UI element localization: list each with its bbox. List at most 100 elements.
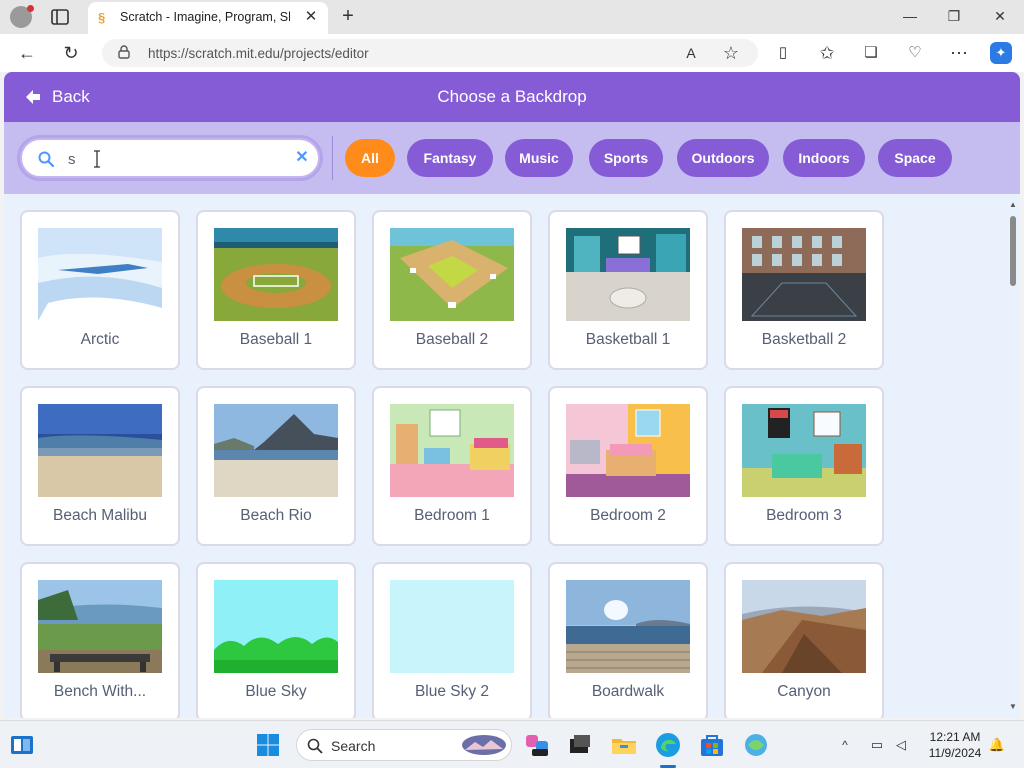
split-screen-icon[interactable]: ▯: [772, 42, 794, 64]
filter-chip-indoors[interactable]: Indoors: [783, 139, 865, 177]
backdrop-name: Bedroom 3: [766, 507, 842, 524]
taskbar-search[interactable]: Search: [296, 729, 512, 761]
backdrop-card-bedroom2[interactable]: Bedroom 2: [548, 386, 708, 546]
backdrop-thumbnail: [742, 404, 866, 497]
backdrop-name: Arctic: [80, 331, 120, 348]
widgets-icon[interactable]: [10, 733, 34, 757]
modal-title: Choose a Backdrop: [437, 87, 587, 106]
backdrop-thumbnail: [38, 580, 162, 673]
file-explorer-icon[interactable]: [610, 731, 638, 759]
window-close-icon[interactable]: ✕: [990, 6, 1010, 26]
backdrop-thumbnail: [742, 580, 866, 673]
backdrop-name: Basketball 2: [761, 331, 847, 348]
backdrop-card-blue-sky-2[interactable]: Blue Sky 2: [372, 562, 532, 718]
backdrop-card-baseball2[interactable]: Baseball 2: [372, 210, 532, 370]
filter-chip-sports[interactable]: Sports: [589, 139, 663, 177]
read-aloud-icon[interactable]: A: [680, 42, 702, 64]
browser-tab-strip: § Scratch - Imagine, Program, Share ✕ + …: [0, 0, 1024, 34]
clock-time: 12:21 AM: [929, 730, 981, 744]
copilot-app-icon[interactable]: [524, 731, 552, 759]
backdrop-name: Blue Sky: [245, 683, 307, 700]
backdrop-card-beach-rio[interactable]: Beach Rio: [196, 386, 356, 546]
modal-header: Back Choose a Backdrop: [4, 72, 1020, 122]
filter-chip-music[interactable]: Music: [505, 139, 573, 177]
favorite-star-icon[interactable]: ☆: [720, 42, 742, 64]
scroll-down-icon[interactable]: ▼: [1008, 702, 1018, 712]
taskbar-search-label: Search: [331, 738, 376, 754]
browser-essentials-icon[interactable]: ♡: [904, 42, 926, 64]
backdrop-name: Bedroom 1: [414, 507, 490, 524]
search-box[interactable]: ✕: [20, 138, 320, 178]
task-view-icon[interactable]: [566, 731, 594, 759]
network-icon[interactable]: ▭: [868, 736, 886, 754]
address-bar[interactable]: https://scratch.mit.edu/projects/editor: [102, 39, 758, 67]
backdrop-card-arctic[interactable]: Arctic: [20, 210, 180, 370]
filter-chip-space[interactable]: Space: [878, 139, 952, 177]
scroll-up-icon[interactable]: ▲: [1008, 200, 1018, 210]
filter-chip-all[interactable]: All: [345, 139, 395, 177]
backdrop-card-bedroom1[interactable]: Bedroom 1: [372, 386, 532, 546]
filter-chip-fantasy[interactable]: Fantasy: [407, 139, 493, 177]
backdrop-thumbnail: [214, 404, 338, 497]
filter-divider: [332, 136, 333, 180]
tab-close-icon[interactable]: ✕: [302, 8, 320, 26]
backdrop-name: Basketball 1: [585, 331, 671, 348]
backdrop-thumbnail: [390, 228, 514, 321]
backdrop-card-basketball2[interactable]: Basketball 2: [724, 210, 884, 370]
clock[interactable]: 12:21 AM 11/9/2024: [918, 729, 992, 761]
backdrop-thumbnail: [742, 228, 866, 321]
backdrop-card-beach-malibu[interactable]: Beach Malibu: [20, 386, 180, 546]
collections-icon[interactable]: ❏: [860, 42, 882, 64]
scratch-app-icon[interactable]: [742, 731, 770, 759]
notifications-icon[interactable]: 🔔: [988, 736, 1006, 754]
minimize-icon[interactable]: —: [900, 6, 920, 26]
scrollbar[interactable]: ▲ ▼: [1006, 200, 1020, 714]
show-hidden-icons-icon[interactable]: ^: [836, 736, 854, 754]
start-windows-icon[interactable]: [256, 733, 280, 757]
backdrop-name: Bedroom 2: [590, 507, 666, 524]
backdrop-library-modal: Back Choose a Backdrop ✕ All Fantasy Music…: [4, 72, 1020, 718]
lock-icon: [118, 45, 130, 59]
backdrop-name: Beach Malibu: [53, 507, 147, 524]
backdrop-grid: Arctic Baseball 1 Baseball 2 Basketball 1 Ba…: [4, 194, 1004, 718]
clock-date: 11/9/2024: [928, 746, 982, 760]
browser-toolbar: ← ↻ https://scratch.mit.edu/projects/edi…: [0, 34, 1024, 72]
more-options-icon[interactable]: ⋯: [948, 42, 970, 64]
backdrop-name: Baseball 2: [415, 331, 489, 348]
backdrop-card-baseball1[interactable]: Baseball 1: [196, 210, 356, 370]
restore-icon[interactable]: ❐: [944, 6, 964, 26]
filter-bar: ✕ All Fantasy Music Sports Outdoors Indoors Sp…: [4, 122, 1020, 194]
backdrop-card-bedroom3[interactable]: Bedroom 3: [724, 386, 884, 546]
store-icon[interactable]: [698, 731, 726, 759]
backdrop-card-bench[interactable]: Bench With...: [20, 562, 180, 718]
backdrop-card-basketball1[interactable]: Basketball 1: [548, 210, 708, 370]
favorites-icon[interactable]: ✩: [816, 42, 838, 64]
edge-browser-icon[interactable]: [654, 731, 682, 759]
backdrop-card-boardwalk[interactable]: Boardwalk: [548, 562, 708, 718]
backdrop-thumbnail: [566, 580, 690, 673]
tab-actions-icon[interactable]: [50, 8, 70, 26]
filter-chip-outdoors[interactable]: Outdoors: [677, 139, 769, 177]
url-text: https://scratch.mit.edu/projects/editor: [148, 46, 369, 61]
backdrop-thumbnail: [214, 228, 338, 321]
backdrop-thumbnail: [38, 404, 162, 497]
backdrop-card-blue-sky[interactable]: Blue Sky: [196, 562, 356, 718]
refresh-icon[interactable]: ↻: [60, 42, 82, 64]
backdrop-thumbnail: [566, 228, 690, 321]
backdrop-thumbnail: [390, 580, 514, 673]
volume-icon[interactable]: ◁: [892, 736, 910, 754]
new-tab-icon[interactable]: +: [338, 6, 358, 26]
backdrop-name: Canyon: [777, 683, 831, 700]
scrollbar-thumb[interactable]: [1010, 216, 1016, 286]
backdrop-name: Bench With...: [53, 683, 147, 700]
search-icon: [38, 151, 54, 167]
backdrop-card-canyon[interactable]: Canyon: [724, 562, 884, 718]
backdrop-name: Baseball 1: [239, 331, 313, 348]
backdrop-thumbnail: [390, 404, 514, 497]
back-arrow-icon[interactable]: ←: [16, 42, 38, 64]
copilot-icon[interactable]: ✦: [990, 42, 1012, 64]
clear-search-icon[interactable]: ✕: [294, 150, 310, 166]
active-tab[interactable]: § Scratch - Imagine, Program, Share ✕: [88, 2, 328, 34]
backdrop-name: Blue Sky 2: [414, 683, 490, 700]
backdrop-thumbnail: [566, 404, 690, 497]
